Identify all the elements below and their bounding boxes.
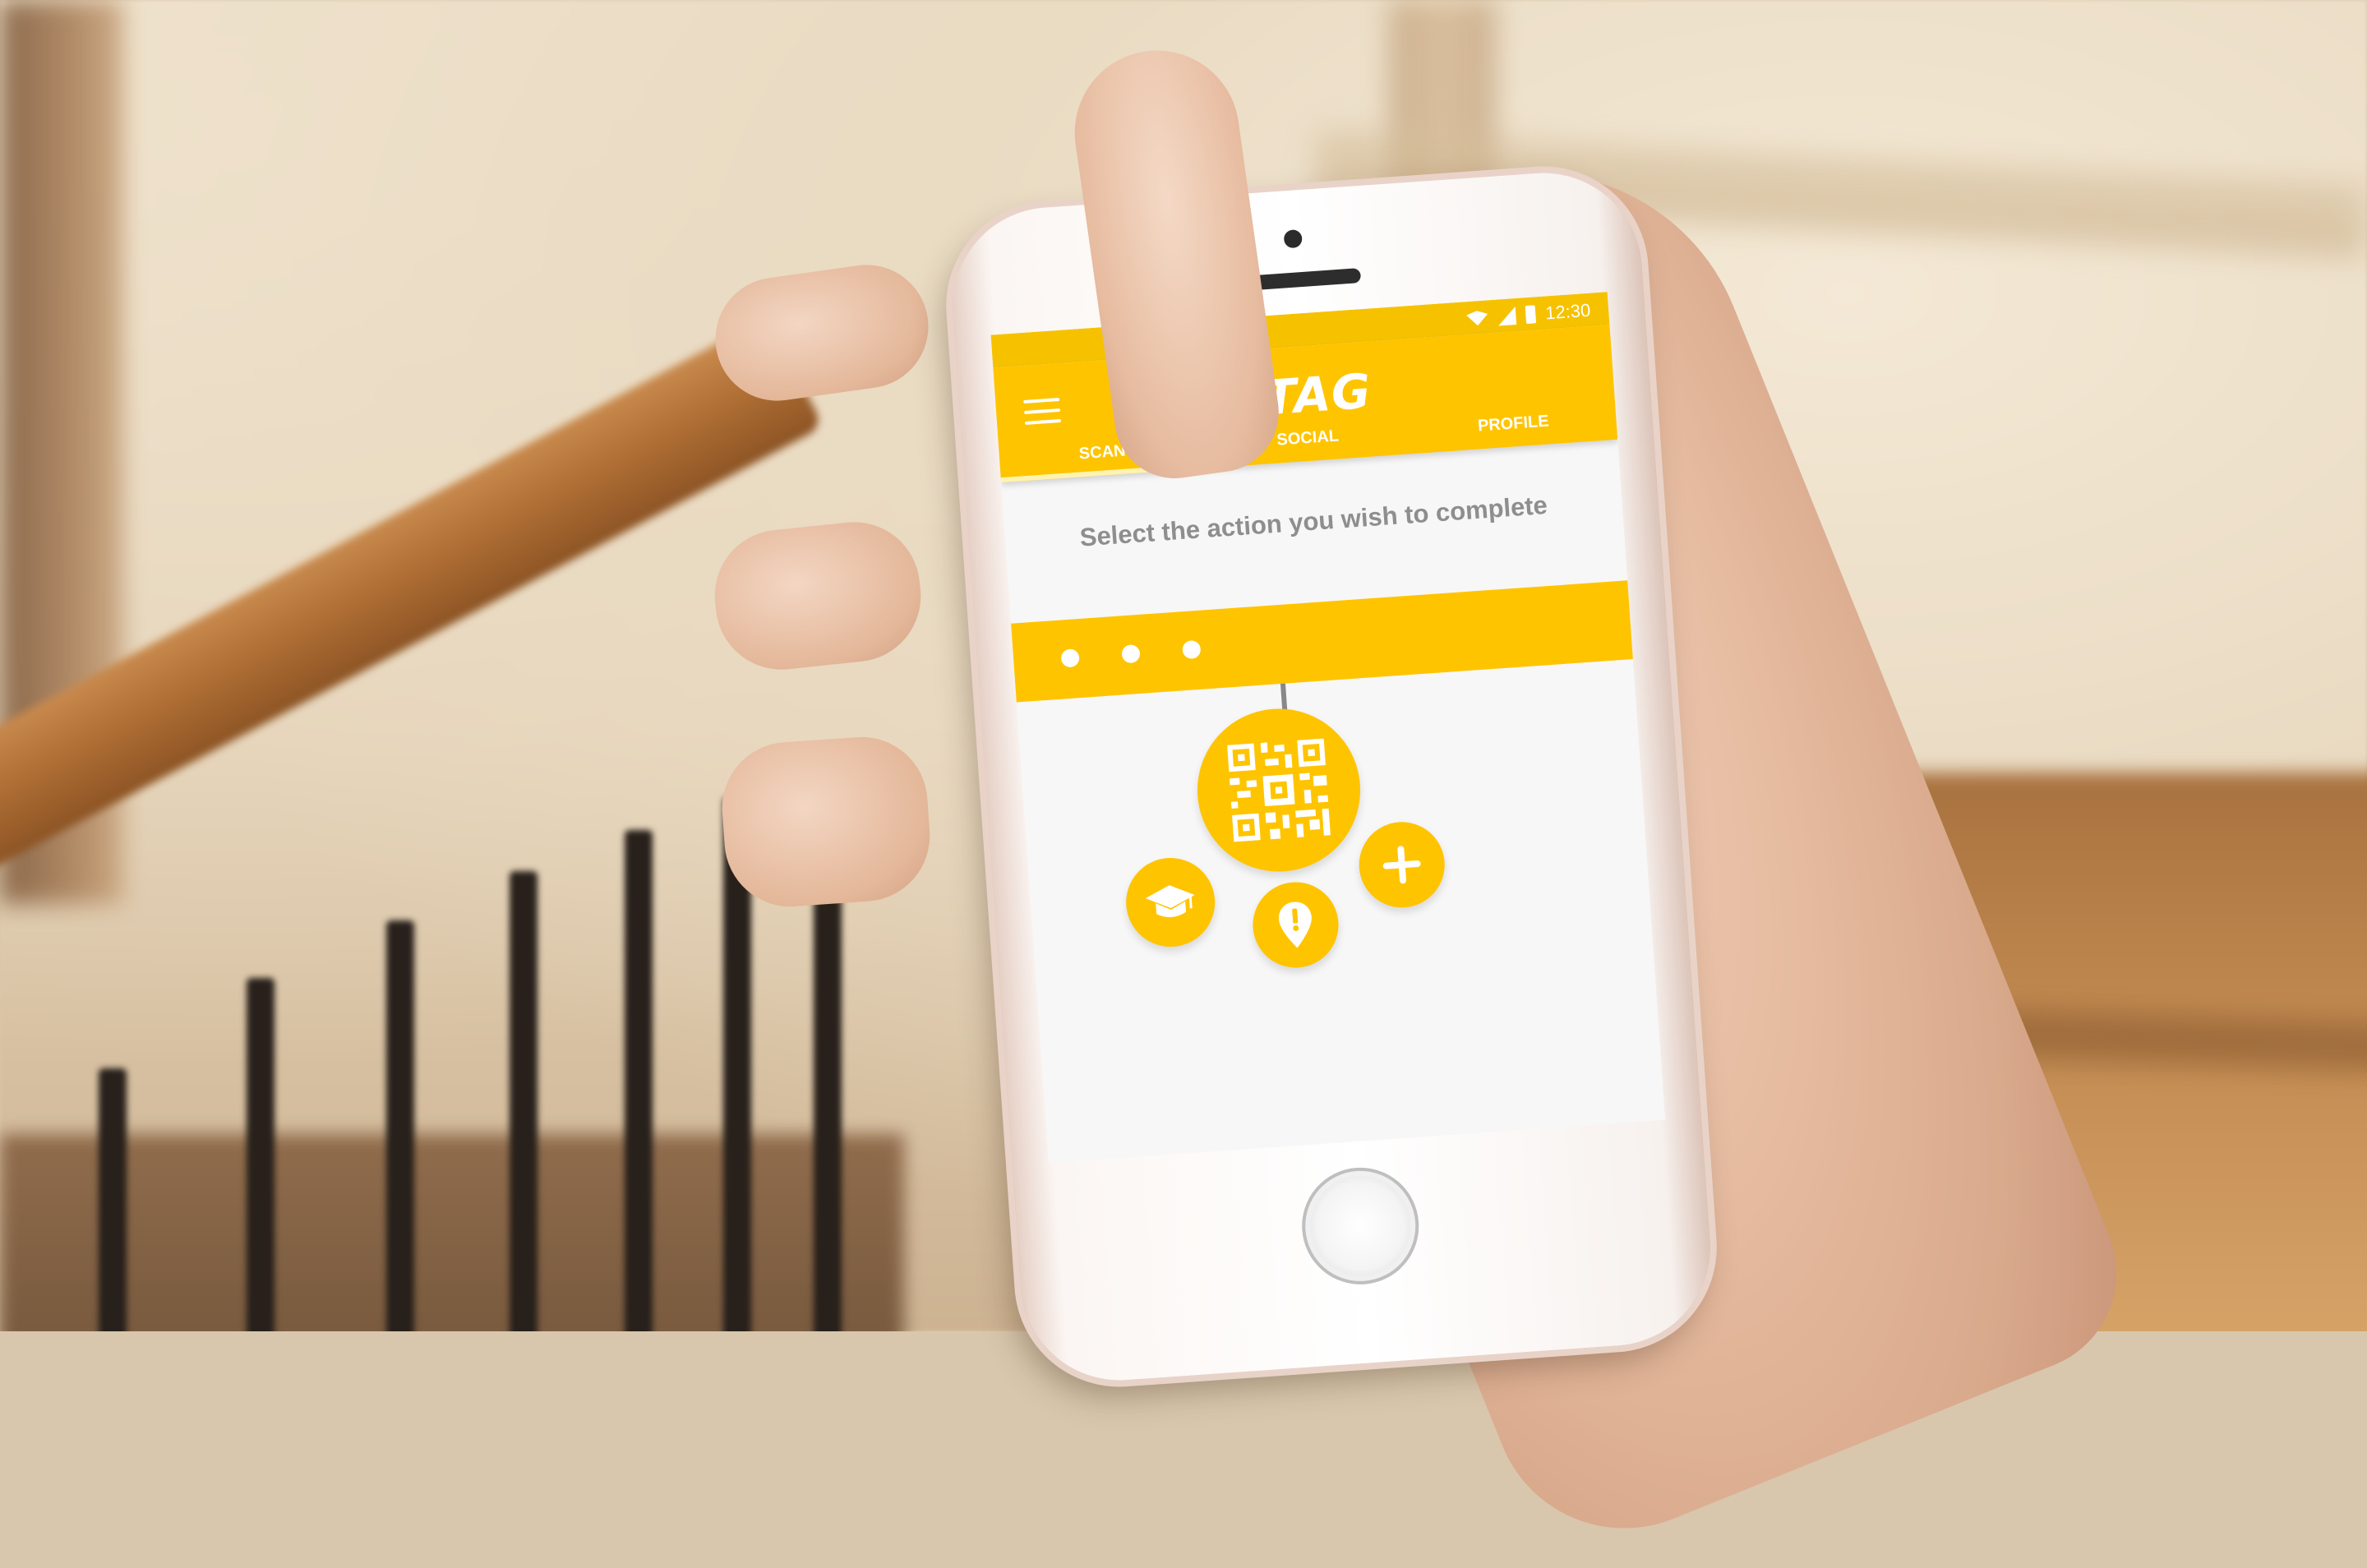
battery-icon <box>1525 305 1537 325</box>
progress-dot <box>1121 643 1141 664</box>
baluster <box>625 830 653 1331</box>
plus-icon <box>1382 845 1422 885</box>
scan-qr-button[interactable] <box>1192 703 1366 878</box>
signal-icon <box>1497 307 1517 326</box>
baluster <box>247 978 275 1331</box>
baluster <box>386 920 414 1331</box>
baluster <box>510 871 538 1331</box>
app-screen: 12:30 WAGTAG SCAN SOCIAL PROFILE Select … <box>990 292 1666 1164</box>
wifi-icon <box>1466 310 1488 326</box>
status-icons: 12:30 <box>1466 300 1592 330</box>
menu-icon[interactable] <box>1023 397 1062 425</box>
smartphone: 12:30 WAGTAG SCAN SOCIAL PROFILE Select … <box>946 166 1717 1387</box>
status-time: 12:30 <box>1544 299 1592 324</box>
connector-line <box>1280 683 1288 712</box>
report-button[interactable] <box>1249 879 1341 971</box>
alert-marker-icon <box>1278 902 1312 948</box>
learn-button[interactable] <box>1123 855 1218 950</box>
floor-bottom <box>0 1134 904 1331</box>
progress-dot <box>1060 648 1080 668</box>
graduation-cap-icon <box>1145 885 1195 917</box>
progress-dots <box>1060 639 1202 668</box>
progress-dot <box>1182 639 1202 660</box>
baluster <box>99 1068 127 1331</box>
qr-code-icon <box>1227 738 1331 842</box>
add-button[interactable] <box>1356 819 1448 911</box>
finger <box>717 732 934 911</box>
